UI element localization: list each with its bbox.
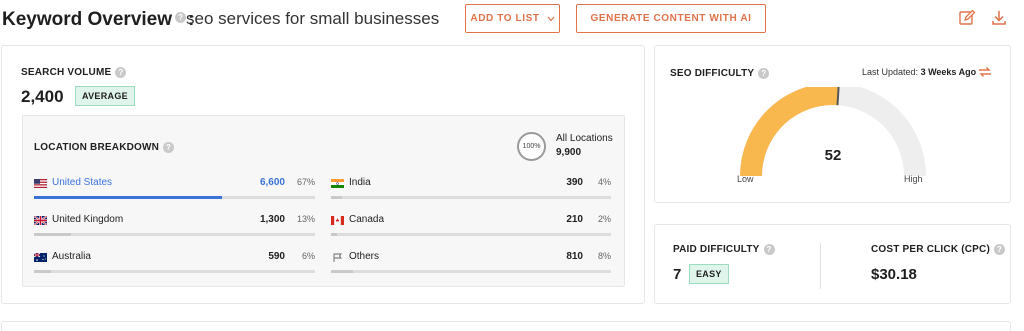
share-bar-fill	[34, 233, 71, 236]
paid-difficulty-value: 7	[673, 266, 682, 283]
search-volume-card: SEARCH VOLUME? 2,400 AVERAGE LOCATION BR…	[1, 45, 645, 304]
location-percent: 13%	[296, 214, 315, 224]
all-locations-label: All Locations	[556, 133, 613, 144]
last-updated-value: 3 Weeks Ago	[920, 67, 977, 77]
help-icon[interactable]: ?	[994, 244, 1005, 255]
paid-difficulty-badge: EASY	[689, 264, 729, 284]
page-title-text: Keyword Overview	[2, 9, 173, 30]
location-count: 6,600	[259, 177, 285, 188]
location-count: 810	[566, 251, 583, 262]
location-breakdown-panel: LOCATION BREAKDOWN? 100% All Locations 9…	[22, 115, 625, 287]
paid-difficulty-label-text: PAID DIFFICULTY	[673, 244, 760, 256]
location-count: 590	[268, 251, 285, 262]
difficulty-gauge	[740, 87, 926, 177]
last-updated-label: Last Updated:	[862, 67, 919, 77]
location-percent: 2%	[597, 214, 611, 224]
uk-flag-icon	[34, 216, 47, 225]
canada-flag-icon	[331, 216, 344, 225]
share-bar	[34, 196, 315, 199]
keyword-text: seo services for small businesses	[186, 9, 440, 28]
next-section-card	[1, 321, 1011, 331]
share-bar	[331, 196, 611, 199]
location-name: India	[349, 177, 371, 188]
gauge-low-label: Low	[737, 174, 754, 184]
generate-content-button[interactable]: GENERATE CONTENT WITH AI	[576, 4, 766, 33]
page-title: Keyword Overview?:	[2, 9, 194, 31]
share-bar	[34, 270, 315, 273]
paid-metrics-card: PAID DIFFICULTY? 7 EASY COST PER CLICK (…	[654, 224, 1011, 304]
location-count: 1,300	[259, 214, 285, 225]
volume-level-badge: AVERAGE	[75, 86, 135, 106]
location-percent: 4%	[597, 177, 611, 187]
search-volume-value: 2,400	[21, 87, 64, 106]
page-header: Keyword Overview?: seo services for smal…	[0, 0, 1024, 40]
seo-difficulty-card: SEO DIFFICULTY? Last Updated: 3 Weeks Ag…	[654, 45, 1011, 203]
location-row[interactable]: India 390 4%	[331, 177, 611, 199]
share-bar-fill	[34, 196, 223, 199]
refresh-icon[interactable]	[977, 64, 993, 80]
flag-outline-icon	[333, 253, 342, 262]
help-icon[interactable]: ?	[115, 67, 127, 78]
gauge-high-label: High	[904, 174, 923, 184]
location-breakdown-title: LOCATION BREAKDOWN?	[34, 142, 175, 154]
search-volume-label-text: SEARCH VOLUME	[21, 67, 112, 79]
location-name: Others	[349, 251, 380, 262]
add-to-list-button[interactable]: ADD TO LIST	[465, 4, 560, 33]
location-row[interactable]: United States 6,600 67%	[34, 177, 315, 199]
share-bar-fill	[34, 270, 51, 273]
australia-flag-icon	[34, 253, 47, 262]
chevron-down-icon	[547, 14, 555, 24]
location-percent: 67%	[296, 177, 315, 187]
location-percent: 8%	[597, 251, 611, 261]
location-row[interactable]: Australia 590 6%	[34, 251, 315, 273]
us-flag-icon	[34, 179, 47, 188]
location-row[interactable]: United Kingdom 1,300 13%	[34, 214, 315, 236]
share-bar	[331, 233, 611, 236]
share-bar	[34, 233, 315, 236]
location-count: 390	[566, 177, 583, 188]
location-row[interactable]: Canada 210 2%	[331, 214, 611, 236]
last-updated-text: Last Updated: 3 Weeks Ago	[862, 67, 976, 77]
share-bar	[331, 270, 611, 273]
search-volume-label: SEARCH VOLUME?	[21, 67, 127, 79]
help-icon[interactable]: ?	[163, 142, 175, 153]
all-locations-summary: All Locations 9,900	[556, 132, 613, 160]
seo-difficulty-label-text: SEO DIFFICULTY	[670, 68, 755, 80]
seo-difficulty-label: SEO DIFFICULTY?	[670, 68, 770, 80]
edit-icon[interactable]	[958, 9, 976, 27]
india-flag-icon	[331, 179, 344, 188]
cpc-label: COST PER CLICK (CPC)?	[871, 244, 1005, 255]
seo-difficulty-value: 52	[824, 147, 842, 164]
location-breakdown-title-text: LOCATION BREAKDOWN	[34, 142, 160, 154]
help-icon[interactable]: ?	[763, 244, 775, 255]
download-icon[interactable]	[990, 9, 1008, 27]
cpc-label-text: COST PER CLICK (CPC)	[871, 244, 990, 256]
cpc-value: $30.18	[871, 266, 917, 283]
paid-difficulty-label: PAID DIFFICULTY?	[673, 244, 775, 255]
divider	[820, 243, 821, 289]
location-name: United Kingdom	[52, 214, 124, 225]
all-locations-value: 9,900	[556, 147, 582, 158]
help-icon[interactable]: ?	[758, 68, 770, 79]
help-icon[interactable]: ?	[175, 12, 187, 24]
share-bar-fill	[331, 233, 337, 236]
percent-ring: 100%	[517, 132, 546, 161]
location-name: Australia	[52, 251, 91, 262]
location-count: 210	[566, 214, 583, 225]
location-row[interactable]: Others 810 8%	[331, 251, 611, 273]
share-bar-fill	[331, 270, 354, 273]
location-name: United States	[52, 177, 113, 188]
location-percent: 6%	[301, 251, 315, 261]
location-name: Canada	[349, 214, 385, 225]
add-to-list-label: ADD TO LIST	[470, 13, 540, 24]
share-bar-fill	[331, 196, 343, 199]
